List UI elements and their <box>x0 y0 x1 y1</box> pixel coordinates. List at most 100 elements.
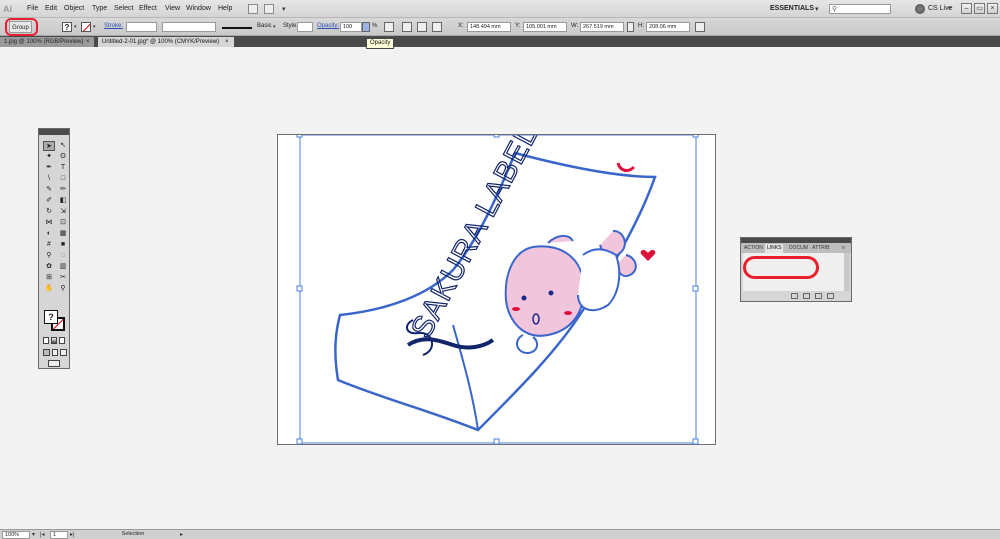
selection-bounding-box[interactable] <box>278 135 717 446</box>
fill-swatch[interactable]: ? <box>62 22 72 32</box>
bridge-icon[interactable] <box>248 4 258 14</box>
zoom-dropdown-icon[interactable]: ▾ <box>32 531 35 539</box>
isolate-group-icon[interactable] <box>432 22 442 32</box>
tab-links[interactable]: LINKS <box>765 244 784 253</box>
workspace-switcher[interactable]: ESSENTIALS <box>770 5 814 12</box>
recolor-artwork-icon[interactable] <box>384 22 394 32</box>
go-to-link-icon[interactable] <box>803 293 810 299</box>
relink-icon[interactable] <box>791 293 798 299</box>
arrange-dropdown-icon[interactable]: ▾ <box>282 5 286 13</box>
menu-effect[interactable]: Effect <box>139 5 157 12</box>
shape-builder-tool-icon[interactable]: ◐ <box>43 229 55 239</box>
fill-dropdown-icon[interactable]: ▾ <box>74 24 77 30</box>
minimize-icon[interactable]: – <box>961 3 972 14</box>
tab-document-info[interactable]: DOCUM <box>789 244 808 253</box>
menu-type[interactable]: Type <box>92 5 107 12</box>
width-field[interactable]: 267.519 mm <box>580 22 624 32</box>
zoom-tool-icon[interactable]: ⚲ <box>57 284 69 294</box>
links-scrollbar[interactable] <box>844 253 850 291</box>
panel-menu-icon[interactable]: ≡ <box>842 244 845 253</box>
menu-edit[interactable]: Edit <box>45 5 57 12</box>
maximize-icon[interactable]: ▭ <box>974 3 985 14</box>
none-icon[interactable] <box>59 337 65 344</box>
tab-doc-2[interactable]: Untitled-2-01.jpg* @ 100% (CMYK/Preview)… <box>98 37 234 47</box>
color-icon[interactable] <box>43 337 49 344</box>
fill-color-icon[interactable]: ? <box>44 310 58 324</box>
constrain-proportions-icon[interactable] <box>627 22 634 32</box>
menu-view[interactable]: View <box>165 5 180 12</box>
draw-inside-icon[interactable] <box>60 349 68 356</box>
eyedropper-tool-icon[interactable]: ⚲ <box>43 251 55 261</box>
eraser-tool-icon[interactable]: ◧ <box>57 196 69 206</box>
type-tool-icon[interactable]: T <box>57 163 69 173</box>
rotate-tool-icon[interactable]: ↻ <box>43 207 55 217</box>
next-artboard-icon[interactable]: ▸| <box>70 531 75 539</box>
y-position-field[interactable]: 105.001 mm <box>523 22 567 32</box>
screen-mode-icon[interactable] <box>48 360 60 367</box>
scale-tool-icon[interactable]: ⇲ <box>57 207 69 217</box>
gradient-tool-icon[interactable]: ■ <box>57 240 69 250</box>
transform-icon[interactable] <box>417 22 427 32</box>
arrange-documents-icon[interactable] <box>264 4 274 14</box>
opacity-slider-arrow-icon[interactable] <box>362 22 370 32</box>
help-search-input[interactable]: ⚲ <box>829 4 891 14</box>
cs-live-icon[interactable] <box>915 4 925 14</box>
opacity-input[interactable]: 100 <box>340 22 362 32</box>
direct-selection-tool-icon[interactable]: ↖ <box>57 141 69 151</box>
edit-original-icon[interactable] <box>827 293 834 299</box>
status-dropdown-icon[interactable]: ▸ <box>180 531 183 539</box>
blob-brush-tool-icon[interactable]: ✐ <box>43 196 55 206</box>
gradient-icon[interactable] <box>51 337 57 344</box>
fill-stroke-widget[interactable]: ? <box>44 310 66 332</box>
status-tool-name[interactable]: Selection <box>84 531 180 539</box>
workspace-dropdown-icon[interactable]: ▾ <box>815 5 819 13</box>
artboard[interactable]: SAKURA LABEL <box>277 134 716 445</box>
zoom-field[interactable]: 100% <box>2 531 30 539</box>
rectangle-tool-icon[interactable]: □ <box>57 174 69 184</box>
lasso-tool-icon[interactable]: ʘ <box>57 152 69 162</box>
opacity-label[interactable]: Opacity: <box>317 23 339 29</box>
x-position-field[interactable]: 148.494 mm <box>467 22 511 32</box>
magic-wand-tool-icon[interactable]: ✦ <box>43 152 55 162</box>
cs-live-dropdown-icon[interactable]: ▾ <box>948 5 951 12</box>
menu-object[interactable]: Object <box>64 5 84 12</box>
tab-close-icon[interactable]: × <box>225 37 229 47</box>
hand-tool-icon[interactable]: ✋ <box>43 284 55 294</box>
line-segment-tool-icon[interactable]: \ <box>43 174 55 184</box>
tab-actions[interactable]: ACTION <box>744 244 763 253</box>
menu-select[interactable]: Select <box>114 5 133 12</box>
pen-tool-icon[interactable]: ✒ <box>43 163 55 173</box>
artboard-tool-icon[interactable]: ⊞ <box>43 273 55 283</box>
stroke-swatch[interactable] <box>81 22 91 32</box>
perspective-grid-tool-icon[interactable]: ▦ <box>57 229 69 239</box>
mesh-tool-icon[interactable]: # <box>43 240 55 250</box>
artboard-number-field[interactable]: 1 <box>50 531 68 539</box>
column-graph-tool-icon[interactable]: ▥ <box>57 262 69 272</box>
menu-file[interactable]: File <box>27 5 38 12</box>
brush-dropdown-icon[interactable]: ▾ <box>273 24 276 30</box>
brush-label[interactable]: Basic <box>257 23 272 29</box>
first-artboard-icon[interactable]: |◂ <box>40 531 45 539</box>
slice-tool-icon[interactable]: ✂ <box>57 273 69 283</box>
free-transform-tool-icon[interactable]: ⊡ <box>57 218 69 228</box>
tab-close-icon[interactable]: × <box>86 37 90 47</box>
align-to-icon[interactable] <box>402 22 412 32</box>
menu-help[interactable]: Help <box>218 5 232 12</box>
menu-window[interactable]: Window <box>186 5 211 12</box>
tab-attributes[interactable]: ATTRIB <box>812 244 829 253</box>
symbol-sprayer-tool-icon[interactable]: ✿ <box>43 262 55 272</box>
stroke-label[interactable]: Stroke: <box>104 23 123 29</box>
control-panel-menu-icon[interactable] <box>695 22 705 32</box>
height-field[interactable]: 208.06 mm <box>646 22 690 32</box>
paintbrush-tool-icon[interactable]: ✎ <box>43 185 55 195</box>
draw-normal-icon[interactable] <box>43 349 50 356</box>
blend-tool-icon[interactable]: ◌ <box>57 251 69 261</box>
graphic-style-swatch[interactable] <box>297 22 313 32</box>
update-link-icon[interactable] <box>815 293 822 299</box>
stroke-weight-field[interactable] <box>126 22 157 32</box>
stroke-dropdown-icon[interactable]: ▾ <box>93 24 96 30</box>
tab-doc-1[interactable]: 1.jpg @ 100% (RGB/Preview) × <box>0 37 94 47</box>
variable-width-profile[interactable] <box>162 22 216 32</box>
width-tool-icon[interactable]: ⋈ <box>43 218 55 228</box>
pencil-tool-icon[interactable]: ✏ <box>57 185 69 195</box>
